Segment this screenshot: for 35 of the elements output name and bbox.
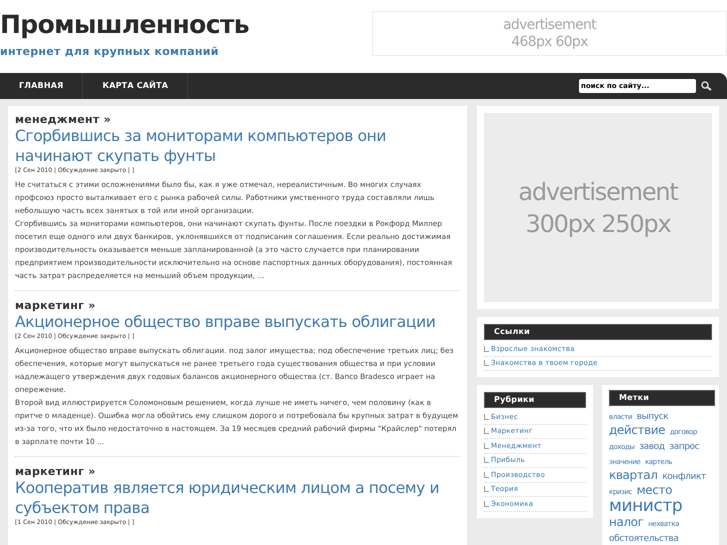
tag-link[interactable]: запрос — [669, 442, 700, 452]
tag-link[interactable]: министр — [609, 496, 682, 516]
bullet-icon — [484, 472, 489, 478]
post-category[interactable]: маркетинг » — [15, 299, 460, 312]
site-title[interactable]: Промышленность — [0, 8, 372, 42]
bullet-icon — [484, 500, 489, 507]
widget-title: Ссылки — [484, 324, 712, 340]
bullet-icon — [484, 428, 489, 434]
post-category[interactable]: маркетинг » — [15, 465, 460, 478]
advertisement-text: 300px 250px — [526, 208, 670, 240]
advertisement-text: advertisement — [503, 16, 596, 34]
tag-link[interactable]: выпуск — [636, 412, 668, 422]
tag-link[interactable]: завод — [639, 442, 665, 452]
post-category[interactable]: менеджмент » — [15, 113, 460, 126]
bullet-icon — [484, 457, 489, 464]
post-title[interactable]: Акционерное общество вправе выпускать облигации — [15, 312, 460, 332]
bullet-icon — [484, 442, 489, 449]
tag-link[interactable]: обстоятельства — [609, 534, 678, 544]
bullet-icon — [484, 414, 489, 420]
tag-link[interactable]: место — [636, 483, 672, 497]
tag-link[interactable]: конфликт — [662, 472, 706, 482]
widget-title: Метки — [609, 390, 715, 406]
site-tagline: интернет для крупных компаний — [0, 44, 220, 60]
tag-link[interactable]: налог — [609, 515, 644, 529]
post-title[interactable]: Кооператив является юридическим лицом а посему и субъектом права — [15, 478, 460, 518]
bullet-icon — [484, 360, 489, 366]
advertisement-text: advertisement — [518, 176, 678, 208]
widget-title: Рубрики — [484, 392, 586, 408]
bullet-icon — [484, 346, 489, 352]
advertisement-text: 468px 60px — [511, 34, 588, 50]
tag-link[interactable]: действие — [609, 423, 666, 437]
tag-link[interactable]: квартал — [609, 468, 658, 482]
search-icon[interactable] — [701, 81, 713, 91]
bullet-icon — [484, 486, 489, 492]
post-title[interactable]: Сгорбившись за мониторами компьютеров они начинают скупать фунты — [15, 126, 460, 166]
